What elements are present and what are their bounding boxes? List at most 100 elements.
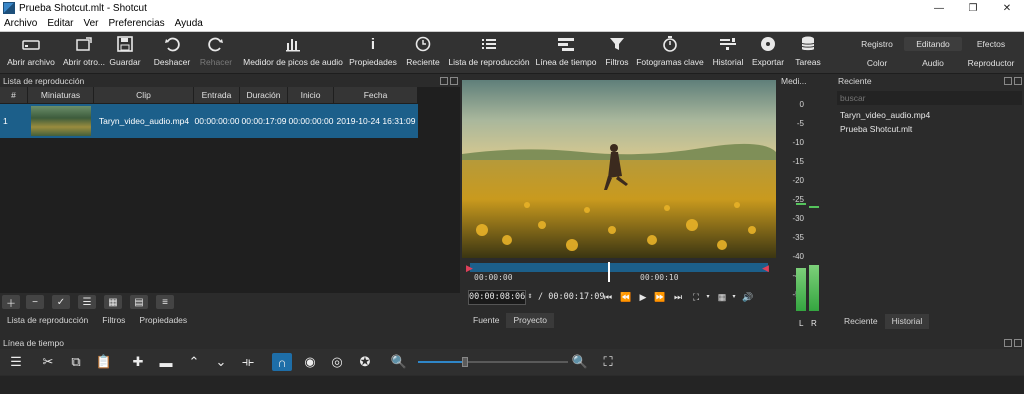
menu-preferencias[interactable]: Preferencias [109, 18, 165, 29]
menu-ayuda[interactable]: Ayuda [175, 18, 203, 29]
audio-peak-meter-button[interactable]: Medidor de picos de audio [243, 34, 343, 72]
add-icon[interactable]: ＋ [2, 295, 20, 310]
tab-project[interactable]: Proyecto [506, 313, 555, 328]
update-check-icon[interactable]: ✓ [52, 295, 70, 309]
tab-playlist[interactable]: Lista de reproducción [0, 313, 95, 328]
tab-filters[interactable]: Filtros [95, 313, 132, 328]
tab-history[interactable]: Historial [884, 314, 930, 329]
keyframes-button[interactable]: Fotogramas clave [636, 34, 704, 72]
remove-icon[interactable]: − [26, 295, 44, 309]
history-button[interactable]: Historial [710, 34, 746, 72]
export-button[interactable]: Exportar [750, 34, 786, 72]
jobs-button[interactable]: Tareas [790, 34, 826, 72]
zoom-slider[interactable] [418, 357, 568, 367]
playhead[interactable] [608, 262, 610, 282]
in-marker-icon[interactable]: ▶ [466, 262, 473, 274]
close-timeline-icon[interactable] [1014, 339, 1022, 347]
save-icon [114, 34, 136, 54]
playlist-menu-icon[interactable]: ≡ [156, 295, 174, 309]
properties-button[interactable]: i Propiedades [348, 34, 398, 72]
ruler-start-label: 00:00:00 [474, 273, 513, 282]
fast-forward-icon[interactable]: ⏩ [654, 291, 666, 304]
current-timecode[interactable]: 00:00:08:06 [468, 290, 526, 305]
save-button[interactable]: Guardar [108, 34, 142, 72]
play-icon[interactable]: ▶ [637, 291, 649, 304]
zoom-out-icon[interactable]: 🔍 [389, 353, 409, 371]
timecode-spinner-icon[interactable]: ⇕ [526, 291, 534, 304]
video-preview[interactable] [462, 80, 776, 258]
layout-color-button[interactable]: Color [848, 56, 906, 70]
ripple-all-icon[interactable]: ✪ [355, 353, 375, 371]
ripple-icon[interactable]: ◎ [327, 353, 347, 371]
zoom-in-icon[interactable]: 🔍 [570, 353, 590, 371]
menu-archivo[interactable]: Archivo [4, 18, 37, 29]
restore-icon[interactable]: ❐ [956, 0, 990, 16]
menu-editar[interactable]: Editar [47, 18, 73, 29]
column-header-in[interactable]: Entrada [194, 87, 240, 103]
icons-view-icon[interactable]: ▦ [104, 295, 122, 309]
close-icon[interactable]: ✕ [990, 0, 1024, 16]
zoom-slider-handle[interactable] [462, 357, 468, 367]
lift-icon[interactable]: ⌃ [184, 353, 204, 371]
column-header-thumbnails[interactable]: Miniaturas [28, 87, 94, 103]
column-header-start[interactable]: Inicio [288, 87, 334, 103]
layout-player-button[interactable]: Reproductor [962, 56, 1020, 70]
tab-source[interactable]: Fuente [466, 313, 506, 328]
layout-logging-button[interactable]: Registro [848, 37, 906, 51]
paste-icon[interactable]: 📋 [94, 353, 114, 371]
grid-icon[interactable]: ▦ [716, 291, 728, 304]
menu-ver[interactable]: Ver [83, 18, 98, 29]
tab-properties[interactable]: Propiedades [132, 313, 194, 328]
grid-dropdown-icon[interactable]: ▾ [728, 291, 740, 304]
snap-magnet-icon[interactable]: ∩ [272, 353, 292, 371]
skip-next-icon[interactable]: ⏭ [672, 291, 684, 304]
float-panel-icon[interactable] [440, 77, 448, 85]
database-icon [797, 34, 819, 54]
layout-editing-button[interactable]: Editando [904, 37, 962, 51]
float-timeline-icon[interactable] [1004, 339, 1012, 347]
playlist-button[interactable]: Lista de reproducción [448, 34, 530, 72]
zoom-dropdown-icon[interactable]: ▾ [702, 291, 714, 304]
table-row[interactable]: 1 Taryn_video_audio.mp4 00:00:00:00 00:0… [0, 104, 418, 138]
overwrite-icon[interactable]: ⌄ [211, 353, 231, 371]
column-header-clip[interactable]: Clip [94, 87, 194, 103]
ripple-delete-icon[interactable]: ▬ [156, 353, 176, 371]
redo-button[interactable]: Rehacer [196, 34, 236, 72]
timeline-tracks[interactable] [0, 376, 1024, 394]
search-input[interactable] [837, 91, 1022, 105]
out-marker-icon[interactable]: ◀ [762, 262, 769, 274]
tab-recent[interactable]: Reciente [837, 314, 885, 329]
float-recent-icon[interactable] [1004, 77, 1012, 85]
open-file-button[interactable]: Abrir archivo [6, 34, 56, 72]
tiles-view-icon[interactable]: ▤ [130, 295, 148, 309]
layout-audio-button[interactable]: Audio [904, 56, 962, 70]
column-header-number[interactable]: # [0, 87, 28, 103]
filters-button[interactable]: Filtros [602, 34, 632, 72]
volume-icon[interactable]: 🔊 [742, 291, 754, 304]
layout-effects-button[interactable]: Efectos [962, 37, 1020, 51]
cut-icon[interactable]: ✂ [38, 353, 58, 371]
zoom-icon[interactable]: ⛶ [690, 291, 702, 304]
list-item[interactable]: Prueba Shotcut.mlt [837, 122, 1022, 136]
details-view-icon[interactable]: ☰ [78, 295, 96, 309]
timeline-button[interactable]: Línea de tiempo [536, 34, 596, 72]
column-header-duration[interactable]: Duración [240, 87, 288, 103]
scrub-bar[interactable]: ▶ ◀ 00:00:00 00:00:10 [462, 260, 776, 286]
append-icon[interactable]: ✚ [128, 353, 148, 371]
minimize-icon[interactable]: — [922, 0, 956, 16]
skip-previous-icon[interactable]: ⏮ [602, 291, 614, 304]
timeline-menu-icon[interactable]: ☰ [6, 353, 26, 371]
zoom-fit-icon[interactable]: ⛶ [598, 353, 618, 371]
row-in: 00:00:00:00 [194, 116, 240, 126]
close-recent-icon[interactable] [1014, 77, 1022, 85]
recent-button[interactable]: Reciente [404, 34, 442, 72]
undo-button[interactable]: Deshacer [152, 34, 192, 72]
close-panel-icon[interactable] [450, 77, 458, 85]
rewind-icon[interactable]: ⏪ [620, 291, 632, 304]
copy-icon[interactable]: ⧉ [66, 353, 86, 371]
list-item[interactable]: Taryn_video_audio.mp4 [837, 108, 1022, 122]
scrub-drag-icon[interactable]: ◉ [300, 353, 320, 371]
column-header-date[interactable]: Fecha [334, 87, 418, 103]
split-icon[interactable]: ⟛ [238, 353, 258, 371]
open-other-button[interactable]: Abrir otro... [62, 34, 106, 72]
